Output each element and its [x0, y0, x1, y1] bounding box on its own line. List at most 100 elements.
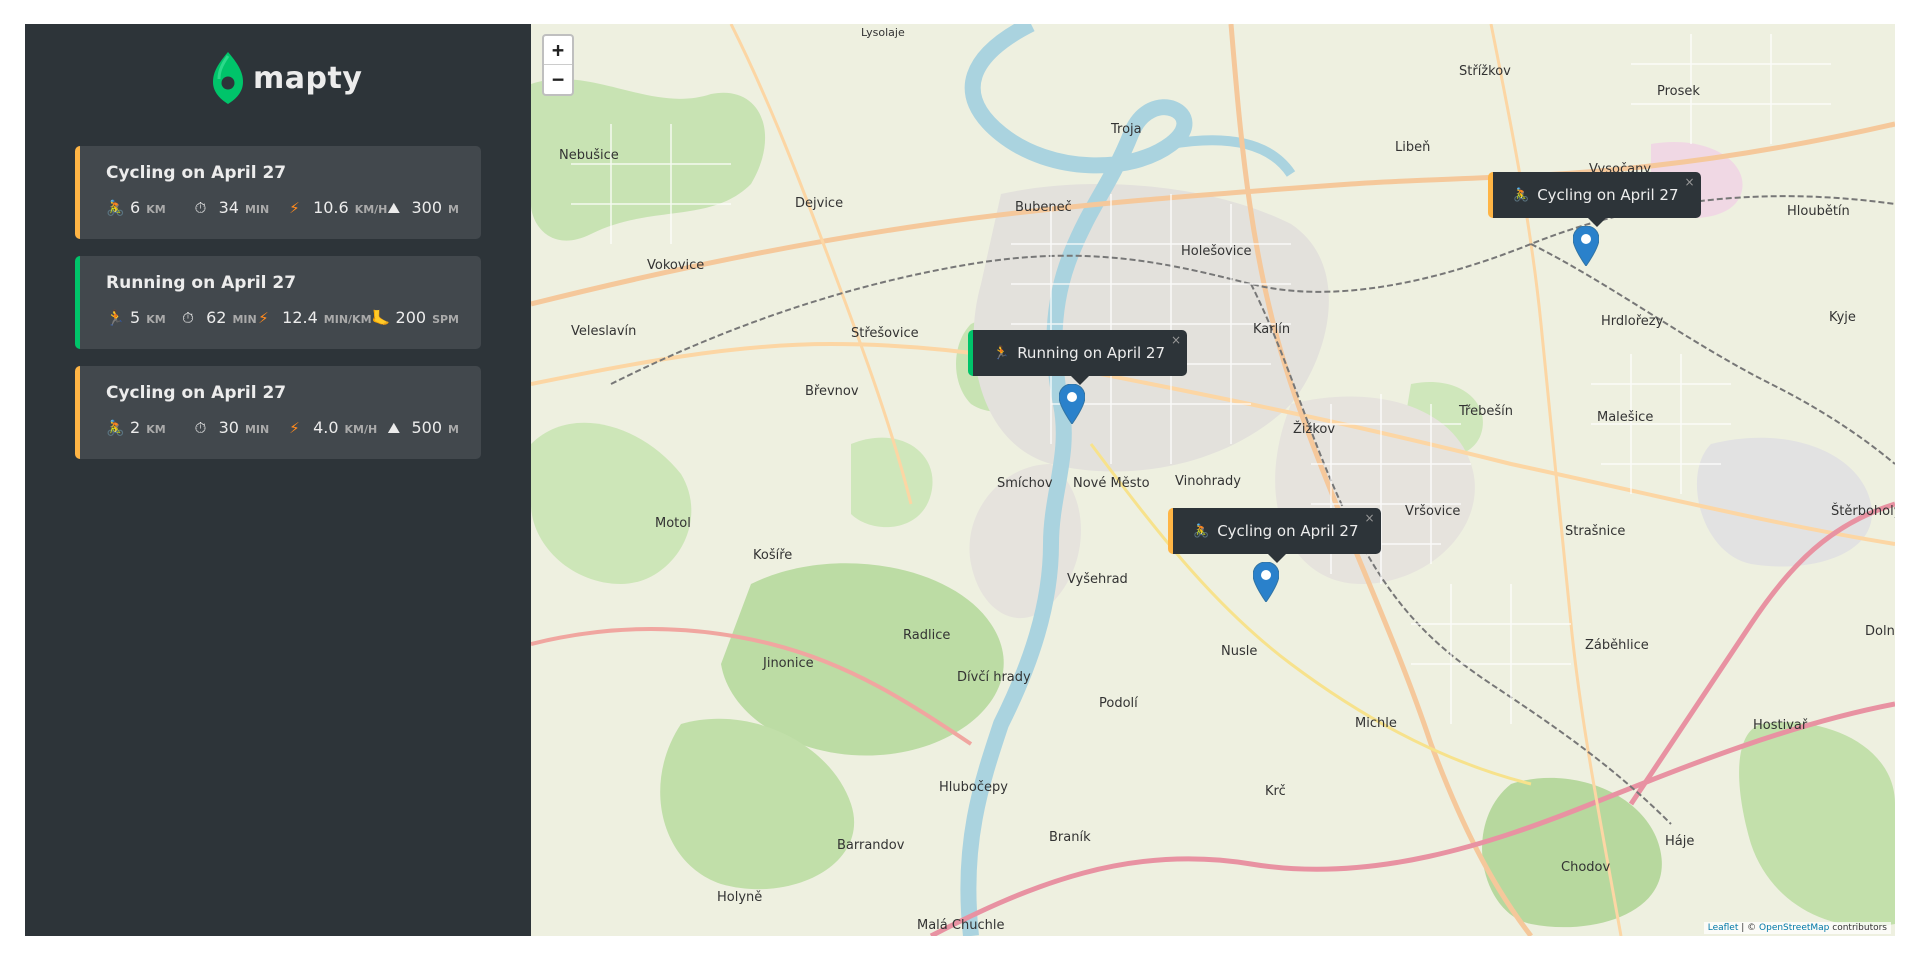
- leaflet-link[interactable]: Leaflet: [1708, 923, 1739, 933]
- place-label: Vršovice: [1405, 504, 1461, 519]
- lightning-icon: ⚡: [258, 309, 269, 327]
- workout-card-cycling[interactable]: Cycling on April 27 🚴 6 km ⏱ 34 min ⚡ 1: [75, 146, 481, 239]
- workout-title: Running on April 27: [106, 273, 297, 293]
- close-icon[interactable]: ×: [1684, 175, 1694, 189]
- place-label: Nebušice: [559, 148, 619, 163]
- zoom-in-button[interactable]: +: [544, 36, 572, 65]
- place-label: Hlubočepy: [939, 780, 1008, 795]
- workout-popup-running[interactable]: 🏃 Running on April 27 ×: [968, 330, 1188, 385]
- place-label: Bubeneč: [1015, 200, 1072, 215]
- footprint-icon: 🦶: [371, 309, 391, 327]
- place-label: Vyšehrad: [1067, 572, 1128, 587]
- workout-card-running[interactable]: Running on April 27 🏃 5 km ⏱ 62 min ⚡ 1: [75, 256, 481, 349]
- sidebar: mapty Cycling on April 27 🚴 6 km ⏱ 34 mi…: [25, 24, 531, 936]
- workout-title: Cycling on April 27: [106, 383, 287, 403]
- place-label: Háje: [1665, 834, 1695, 849]
- close-icon[interactable]: ×: [1171, 333, 1181, 347]
- workout-details: 🏃 5 km ⏱ 62 min ⚡ 12.4 min/km: [106, 308, 459, 327]
- place-label: Troja: [1111, 122, 1142, 137]
- place-label: Vinohrady: [1175, 474, 1241, 489]
- place-label: Lysolaje: [861, 26, 905, 39]
- map-marker-icon[interactable]: [1059, 384, 1085, 424]
- workout-details: 🚴 2 km ⏱ 30 min ⚡ 4.0 km/h: [106, 418, 459, 437]
- place-label: Radlice: [903, 628, 951, 643]
- map-pin-logo-icon: [213, 52, 243, 104]
- place-label: Hostivař: [1753, 718, 1808, 733]
- map-attribution: Leaflet | © OpenStreetMap contributors: [1703, 922, 1891, 934]
- place-label: Malá Chuchle: [917, 918, 1005, 933]
- workout-distance: 🏃 5 km: [106, 308, 166, 327]
- zoom-out-button[interactable]: −: [544, 65, 572, 94]
- popup-label: Cycling on April 27: [1537, 186, 1679, 204]
- logo-text: mapty: [253, 60, 363, 96]
- place-label: Kyje: [1829, 310, 1856, 325]
- place-label: Braník: [1049, 830, 1091, 845]
- place-label: Jinonice: [763, 656, 814, 671]
- map-marker-icon[interactable]: [1573, 226, 1599, 266]
- workout-duration: ⏱ 34 min: [194, 198, 270, 217]
- stopwatch-icon: ⏱: [194, 419, 207, 437]
- mountain-icon: ⛰: [387, 199, 401, 217]
- place-label: Záběhlice: [1585, 638, 1649, 653]
- workout-popup-cycling[interactable]: 🚴 Cycling on April 27 ×: [1168, 508, 1381, 563]
- place-label: Vokovice: [647, 258, 705, 273]
- workout-elevation: ⛰ 500 m: [387, 418, 459, 437]
- place-label: Nové Město: [1073, 476, 1150, 491]
- place-label: Michle: [1355, 716, 1397, 731]
- workout-distance: 🚴 6 km: [106, 198, 166, 217]
- place-label: Dejvice: [795, 196, 844, 211]
- cycling-icon: 🚴: [1513, 187, 1530, 203]
- place-label: Břevnov: [805, 384, 859, 399]
- map[interactable]: Lysolaje Troja Libeň Prosek Střížkov Neb…: [531, 24, 1895, 936]
- place-label: Malešice: [1597, 410, 1654, 425]
- place-label: Krč: [1265, 784, 1286, 799]
- workout-distance: 🚴 2 km: [106, 418, 166, 437]
- mountain-icon: ⛰: [387, 419, 401, 437]
- workout-card-cycling[interactable]: Cycling on April 27 🚴 2 km ⏱ 30 min ⚡ 4: [75, 366, 481, 459]
- workout-title: Cycling on April 27: [106, 163, 287, 183]
- place-label: Střešovice: [851, 326, 919, 341]
- osm-link[interactable]: OpenStreetMap: [1759, 923, 1829, 933]
- place-label: Hrdlořezy: [1601, 314, 1664, 329]
- place-label: Motol: [655, 516, 691, 531]
- lightning-icon: ⚡: [289, 419, 300, 437]
- place-label: Holyně: [717, 890, 763, 905]
- lightning-icon: ⚡: [289, 199, 300, 217]
- place-label: Dolní: [1865, 624, 1895, 639]
- running-icon: 🏃: [993, 345, 1010, 361]
- place-label: Žižkov: [1293, 422, 1336, 437]
- workout-speed: ⚡ 10.6 km/h: [289, 198, 388, 217]
- logo: mapty: [213, 52, 362, 104]
- workout-details: 🚴 6 km ⏱ 34 min ⚡ 10.6 km/h: [106, 198, 459, 217]
- zoom-control: + −: [542, 34, 574, 96]
- place-label: Prosek: [1657, 84, 1700, 99]
- map-marker-icon[interactable]: [1253, 562, 1279, 602]
- workout-pace: ⚡ 12.4 min/km: [258, 308, 372, 327]
- place-label: Nusle: [1221, 644, 1258, 659]
- place-label: Třebešín: [1459, 404, 1513, 419]
- place-label: Strašnice: [1565, 524, 1626, 539]
- popup-label: Running on April 27: [1017, 344, 1166, 362]
- stopwatch-icon: ⏱: [194, 199, 207, 217]
- workout-popup-cycling[interactable]: 🚴 Cycling on April 27 ×: [1488, 172, 1701, 227]
- place-label: Barrandov: [837, 838, 905, 853]
- place-label: Košíře: [753, 548, 793, 563]
- cycling-icon: 🚴: [106, 419, 125, 437]
- stopwatch-icon: ⏱: [182, 309, 194, 327]
- popup-label: Cycling on April 27: [1217, 522, 1359, 540]
- place-label: Štěrboholy: [1831, 504, 1895, 519]
- workout-speed: ⚡ 4.0 km/h: [289, 418, 378, 437]
- workout-duration: ⏱ 62 min: [182, 308, 257, 327]
- place-label: Střížkov: [1459, 64, 1511, 79]
- place-label: Karlín: [1253, 322, 1291, 337]
- place-label: Chodov: [1561, 860, 1611, 875]
- place-label: Podolí: [1099, 696, 1138, 711]
- place-label: Libeň: [1395, 140, 1431, 155]
- place-label: Smíchov: [997, 476, 1053, 491]
- close-icon[interactable]: ×: [1364, 511, 1374, 525]
- cycling-icon: 🚴: [1193, 523, 1210, 539]
- running-icon: 🏃: [106, 309, 125, 327]
- workout-cadence: 🦶 200 spm: [371, 308, 459, 327]
- place-label: Dívčí hrady: [957, 670, 1031, 685]
- app: mapty Cycling on April 27 🚴 6 km ⏱ 34 mi…: [25, 24, 1895, 936]
